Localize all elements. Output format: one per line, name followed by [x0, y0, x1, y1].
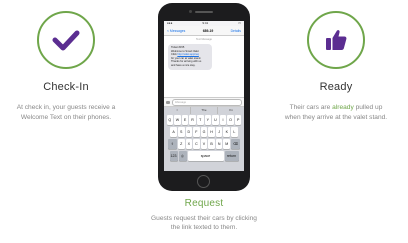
key-g[interactable]: G [200, 127, 208, 137]
keyboard: QWERTYUIOP ASDFGHJKL ⇧ ZXCVBNM ⌫ 123 ◎ s… [164, 114, 244, 171]
key-w[interactable]: W [174, 115, 181, 125]
request-feature: Request Guests request their cars by cli… [136, 198, 272, 232]
phone-screen: ●●● 9:41 ▭ < Messages 689-19 Details Tex… [164, 21, 244, 171]
keyboard-row-2: ASDFGHJKL [165, 127, 243, 137]
key-u[interactable]: U [212, 115, 219, 125]
key-m[interactable]: M [223, 139, 231, 149]
checkin-circle [37, 11, 95, 69]
key-j[interactable]: J [215, 127, 223, 137]
key-f[interactable]: F [193, 127, 200, 137]
phone-mockup: ●●● 9:41 ▭ < Messages 689-19 Details Tex… [158, 3, 250, 191]
battery-icon: ▭ [238, 21, 241, 25]
thumbs-up-icon [326, 30, 347, 50]
prediction-item[interactable]: I [164, 107, 191, 114]
request-desc-line1: Guests request their cars by clicking [151, 215, 257, 222]
key-z[interactable]: Z [177, 139, 185, 149]
details-button[interactable]: Details [231, 29, 241, 33]
phone-speaker [195, 11, 213, 13]
request-description: Guests request their cars by clicking th… [136, 214, 272, 232]
key-p[interactable]: P [234, 115, 242, 125]
ready-title: Ready [319, 81, 353, 93]
key-x[interactable]: X [185, 139, 193, 149]
shift-key[interactable]: ⇧ [167, 139, 177, 149]
conversation-title: 689-19 [202, 28, 214, 33]
request-desc-line2: the link texted to them. [170, 224, 238, 231]
checkin-description: At check in, your guests receive a Welco… [6, 103, 126, 123]
key-v[interactable]: V [200, 139, 208, 149]
key-b[interactable]: B [208, 139, 215, 149]
key-o[interactable]: O [227, 115, 234, 125]
key-i[interactable]: I [219, 115, 227, 125]
message-link[interactable]: http://valet.app/req [177, 53, 199, 56]
key-h[interactable]: H [208, 127, 215, 137]
checkin-desc-line2: Welcome Text on their phones. [20, 114, 112, 121]
message-timestamp: Text Message [195, 38, 212, 41]
back-button[interactable]: < Messages [167, 29, 185, 33]
phone-camera [189, 10, 192, 13]
key-c[interactable]: C [193, 139, 200, 149]
message-bubble: Ticket #155 Welcome to Smart Valet Click… [168, 44, 212, 70]
return-key[interactable]: return [224, 151, 239, 161]
row3-letters: ZXCVBNM [177, 139, 231, 149]
message-input[interactable]: iMessage [172, 98, 242, 106]
keyboard-row-1: QWERTYUIOP [165, 115, 243, 125]
predictive-bar: I The I'm [164, 106, 244, 114]
key-t[interactable]: T [196, 115, 204, 125]
prediction-item[interactable]: The [191, 107, 218, 114]
ready-desc-text-b: pulled up [353, 104, 383, 111]
key-n[interactable]: N [215, 139, 223, 149]
key-d[interactable]: D [185, 127, 193, 137]
conversation-area: Text Message Ticket #155 Welcome to Smar… [164, 36, 244, 97]
request-title: Request [184, 198, 224, 209]
messages-navbar: < Messages 689-19 Details [164, 26, 244, 36]
keyboard-row-3: ⇧ ZXCVBNM ⌫ [165, 139, 243, 149]
ready-feature: Ready Their cars are already pulled up w… [268, 11, 404, 123]
message-input-bar: iMessage [164, 97, 244, 106]
message-text: Click [171, 53, 177, 57]
globe-icon[interactable]: ◎ [178, 151, 187, 161]
key-k[interactable]: K [223, 127, 231, 137]
checkin-title: Check-In [43, 81, 89, 93]
key-r[interactable]: R [189, 115, 196, 125]
ready-circle [307, 11, 365, 69]
space-key[interactable]: space [187, 151, 224, 161]
key-a[interactable]: A [170, 127, 177, 137]
status-time: 9:41 [202, 21, 209, 25]
checkmark-icon [52, 30, 80, 51]
key-q[interactable]: Q [166, 115, 174, 125]
camera-icon[interactable] [166, 100, 170, 104]
keyboard-row-4: 123 ◎ space return [165, 151, 243, 161]
ready-desc-text-a: Their cars are [289, 104, 333, 111]
key-s[interactable]: S [177, 127, 185, 137]
checkin-feature: Check-In At check in, your guests receiv… [6, 11, 126, 123]
ready-description: Their cars are already pulled up when th… [268, 103, 404, 123]
home-button[interactable] [197, 175, 210, 188]
checkin-desc-line1: At check in, your guests receive a [16, 104, 116, 111]
key-e[interactable]: E [181, 115, 189, 125]
signal-icon: ●●● [167, 21, 173, 25]
message-line: and have a nice stay. [171, 63, 196, 67]
key-l[interactable]: L [231, 127, 238, 137]
ready-desc-line1: Their cars are already pulled up [268, 103, 404, 113]
prediction-item[interactable]: I'm [218, 107, 244, 114]
ready-desc-line2: when they arrive at the valet stand. [284, 114, 388, 121]
key-y[interactable]: Y [204, 115, 212, 125]
numbers-key[interactable]: 123 [169, 151, 178, 161]
ready-desc-highlight: already [332, 104, 354, 111]
delete-key[interactable]: ⌫ [231, 139, 241, 149]
